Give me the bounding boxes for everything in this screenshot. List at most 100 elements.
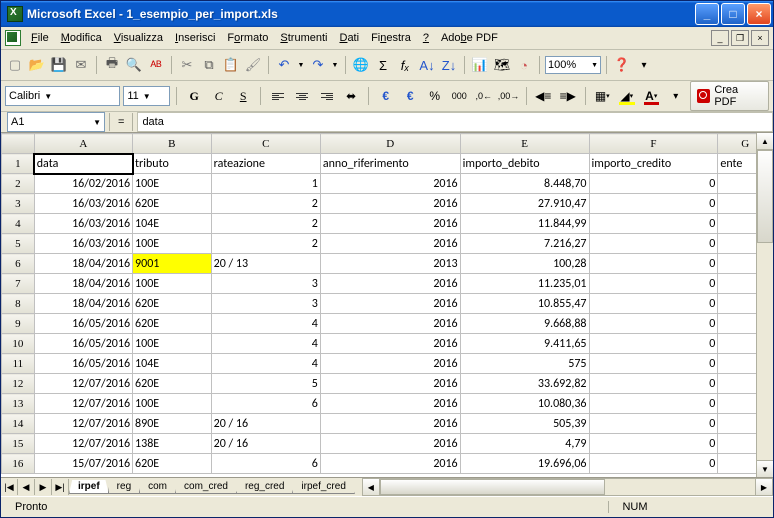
- row-header-14[interactable]: 14: [2, 414, 35, 434]
- row-header-3[interactable]: 3: [2, 194, 35, 214]
- cell-C11[interactable]: 4: [211, 354, 320, 374]
- cell-F9[interactable]: 0: [589, 314, 718, 334]
- cell-E2[interactable]: 8.448,70: [460, 174, 589, 194]
- cell-B12[interactable]: 620E: [133, 374, 212, 394]
- row-header-11[interactable]: 11: [2, 354, 35, 374]
- scroll-right-icon[interactable]: ▶: [755, 479, 772, 495]
- cell-D14[interactable]: 2016: [320, 414, 460, 434]
- menu-dati[interactable]: Dati: [333, 30, 365, 46]
- cell-B8[interactable]: 620E: [133, 294, 212, 314]
- cell-C6[interactable]: 20 / 13: [211, 254, 320, 274]
- cell-E14[interactable]: 505,39: [460, 414, 589, 434]
- cell-D6[interactable]: 2013: [320, 254, 460, 274]
- create-pdf-button[interactable]: Crea PDF: [690, 81, 769, 111]
- undo-icon[interactable]: ↶: [274, 55, 294, 75]
- cell-D1[interactable]: anno_riferimento: [320, 154, 460, 174]
- percent-icon[interactable]: %: [424, 86, 446, 106]
- hyperlink-icon[interactable]: 🌐: [351, 55, 371, 75]
- vscroll-thumb[interactable]: [757, 150, 773, 243]
- sheet-tab-irpef_cred[interactable]: irpef_cred: [292, 480, 354, 494]
- cell-E11[interactable]: 575: [460, 354, 589, 374]
- menu-adobe-pdf[interactable]: Adobe PDF: [435, 30, 504, 46]
- font-size-combo[interactable]: 11▼: [123, 86, 170, 106]
- cell-E1[interactable]: importo_debito: [460, 154, 589, 174]
- menu-file[interactable]: File: [25, 30, 55, 46]
- cell-B14[interactable]: 890E: [133, 414, 212, 434]
- cell-E10[interactable]: 9.411,65: [460, 334, 589, 354]
- doc-close-button[interactable]: ×: [751, 30, 769, 46]
- increase-decimal-icon[interactable]: ,0←: [473, 86, 495, 106]
- doc-minimize-button[interactable]: _: [711, 30, 729, 46]
- cell-B3[interactable]: 620E: [133, 194, 212, 214]
- cell-C13[interactable]: 6: [211, 394, 320, 414]
- sheet-tab-com_cred[interactable]: com_cred: [175, 480, 237, 494]
- cell-D4[interactable]: 2016: [320, 214, 460, 234]
- sort-asc-icon[interactable]: A↓: [417, 55, 437, 75]
- sheet-tab-irpef[interactable]: irpef: [69, 480, 109, 494]
- tab-nav-last-icon[interactable]: ▶|: [52, 479, 69, 495]
- cell-B7[interactable]: 100E: [133, 274, 212, 294]
- formula-input[interactable]: data: [137, 112, 773, 132]
- align-center-icon[interactable]: [291, 86, 313, 106]
- menu-finestra[interactable]: Finestra: [365, 30, 417, 46]
- menu-modifica[interactable]: Modifica: [55, 30, 108, 46]
- cell-A9[interactable]: 16/05/2016: [34, 314, 132, 334]
- underline-icon[interactable]: S: [232, 86, 254, 106]
- sheet-tab-reg_cred[interactable]: reg_cred: [236, 480, 293, 494]
- cell-F10[interactable]: 0: [589, 334, 718, 354]
- redo-icon[interactable]: ↷: [308, 55, 328, 75]
- tab-nav-first-icon[interactable]: |◀: [1, 479, 18, 495]
- cell-C16[interactable]: 6: [211, 454, 320, 474]
- cell-C5[interactable]: 2: [211, 234, 320, 254]
- new-icon[interactable]: ▢: [5, 55, 25, 75]
- decrease-decimal-icon[interactable]: ,00→: [498, 86, 520, 106]
- spellcheck-icon[interactable]: ᴬᴮ: [146, 55, 166, 75]
- map-icon[interactable]: 🗺: [492, 55, 512, 75]
- toolbar-options-icon[interactable]: ▾: [634, 55, 654, 75]
- menu-help[interactable]: ?: [417, 30, 435, 46]
- comma-style-icon[interactable]: 000: [448, 86, 470, 106]
- cell-C15[interactable]: 20 / 16: [211, 434, 320, 454]
- sheet-tab-reg[interactable]: reg: [108, 480, 140, 494]
- fill-color-icon[interactable]: ◢▾: [616, 86, 638, 106]
- menu-formato[interactable]: Formato: [221, 30, 274, 46]
- cell-E3[interactable]: 27.910,47: [460, 194, 589, 214]
- cell-D3[interactable]: 2016: [320, 194, 460, 214]
- currency-icon[interactable]: €: [375, 86, 397, 106]
- row-header-4[interactable]: 4: [2, 214, 35, 234]
- cell-B11[interactable]: 104E: [133, 354, 212, 374]
- italic-icon[interactable]: C: [208, 86, 230, 106]
- toolbar-options2-icon[interactable]: ▾: [665, 86, 687, 106]
- row-header-5[interactable]: 5: [2, 234, 35, 254]
- menu-inserisci[interactable]: Inserisci: [169, 30, 221, 46]
- autosum-icon[interactable]: Σ: [373, 55, 393, 75]
- print-icon[interactable]: 🖶: [102, 55, 122, 75]
- cell-D13[interactable]: 2016: [320, 394, 460, 414]
- cell-D9[interactable]: 2016: [320, 314, 460, 334]
- cell-C2[interactable]: 1: [211, 174, 320, 194]
- cell-F5[interactable]: 0: [589, 234, 718, 254]
- cell-A14[interactable]: 12/07/2016: [34, 414, 132, 434]
- cell-C3[interactable]: 2: [211, 194, 320, 214]
- cell-E6[interactable]: 100,28: [460, 254, 589, 274]
- cell-D5[interactable]: 2016: [320, 234, 460, 254]
- row-header-16[interactable]: 16: [2, 454, 35, 474]
- row-header-12[interactable]: 12: [2, 374, 35, 394]
- cell-B13[interactable]: 100E: [133, 394, 212, 414]
- cut-icon[interactable]: ✂: [177, 55, 197, 75]
- cell-C8[interactable]: 3: [211, 294, 320, 314]
- maximize-button[interactable]: □: [721, 3, 745, 25]
- tab-nav-prev-icon[interactable]: ◀: [18, 479, 35, 495]
- font-color-icon[interactable]: A▾: [641, 86, 663, 106]
- cell-B2[interactable]: 100E: [133, 174, 212, 194]
- scroll-left-icon[interactable]: ◀: [363, 479, 380, 495]
- open-icon[interactable]: 📂: [27, 55, 47, 75]
- cell-F16[interactable]: 0: [589, 454, 718, 474]
- cell-E7[interactable]: 11.235,01: [460, 274, 589, 294]
- cell-F4[interactable]: 0: [589, 214, 718, 234]
- cell-C7[interactable]: 3: [211, 274, 320, 294]
- hscroll-thumb[interactable]: [380, 479, 605, 495]
- paste-icon[interactable]: 📋: [221, 55, 241, 75]
- cell-A4[interactable]: 16/03/2016: [34, 214, 132, 234]
- row-header-7[interactable]: 7: [2, 274, 35, 294]
